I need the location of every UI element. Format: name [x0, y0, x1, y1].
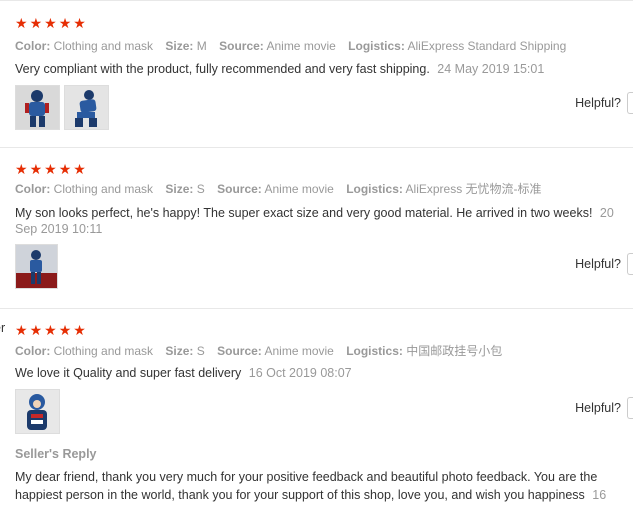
source-value: Anime movie: [264, 182, 334, 196]
product-attributes: Color: Clothing and mask Size: S Source:…: [15, 343, 511, 359]
review-item: ★ ★ ★ ★ ★ Color: Clothing and mask Size:…: [0, 0, 633, 148]
color-label: Color:: [15, 344, 51, 358]
star-icon: ★: [44, 322, 57, 338]
review-text: We love it Quality and super fast delive…: [15, 365, 633, 381]
seller-reply-date: 16: [592, 488, 607, 502]
helpful-control: Helpful?: [575, 253, 633, 275]
color-label: Color:: [15, 39, 51, 53]
star-icon: ★: [73, 15, 86, 31]
review-date: 16 Oct 2019 08:07: [248, 366, 352, 380]
review-body: We love it Quality and super fast delive…: [15, 366, 242, 380]
star-icon: ★: [15, 15, 28, 31]
review-text: My son looks perfect, he's happy! The su…: [15, 205, 633, 237]
review-date: 24 May 2019 15:01: [437, 62, 545, 76]
size-value: S: [196, 344, 205, 358]
logistics-value: AliExpress 无忧物流-标准: [405, 182, 542, 196]
product-attributes: Color: Clothing and mask Size: M Source:…: [15, 38, 575, 54]
review-photo-thumbnail[interactable]: [15, 389, 60, 434]
seller-reply-title: Seller's Reply: [15, 447, 97, 461]
star-icon: ★: [58, 322, 72, 338]
source-label: Source:: [219, 39, 264, 53]
color-value: Clothing and mask: [53, 344, 154, 358]
review-item: er ★ ★ ★ ★ ★ Color: Clothing and mask Si…: [0, 309, 633, 506]
star-icon: ★: [58, 15, 72, 31]
reviews-list: ★ ★ ★ ★ ★ Color: Clothing and mask Size:…: [0, 0, 633, 506]
size-value: S: [196, 182, 205, 196]
rating-stars: ★ ★ ★ ★ ★: [15, 162, 86, 176]
size-label: Size:: [165, 182, 194, 196]
star-icon: ★: [29, 15, 43, 31]
helpful-label: Helpful?: [575, 257, 621, 271]
reviewer-name: er: [0, 321, 6, 335]
logistics-label: Logistics:: [346, 344, 403, 358]
review-text: Very compliant with the product, fully r…: [15, 61, 633, 77]
rating-stars: ★ ★ ★ ★ ★: [15, 323, 86, 337]
star-icon: ★: [73, 322, 86, 338]
photo-1-image: [16, 86, 59, 129]
color-value: Clothing and mask: [53, 39, 154, 53]
seller-reply-body: My dear friend, thank you very much for …: [15, 470, 598, 502]
star-icon: ★: [29, 161, 43, 177]
logistics-value: AliExpress Standard Shipping: [407, 39, 567, 53]
helpful-button[interactable]: [627, 92, 633, 114]
source-value: Anime movie: [264, 344, 334, 358]
color-value: Clothing and mask: [53, 182, 154, 196]
helpful-control: Helpful?: [575, 92, 633, 114]
helpful-button[interactable]: [627, 397, 633, 419]
logistics-label: Logistics:: [346, 182, 403, 196]
helpful-label: Helpful?: [575, 401, 621, 415]
star-icon: ★: [29, 322, 43, 338]
review-photo-thumbnail[interactable]: [15, 85, 60, 130]
review-photo-thumbnail[interactable]: [64, 85, 109, 130]
source-label: Source:: [217, 182, 262, 196]
color-label: Color:: [15, 182, 51, 196]
photo-2-image: [65, 86, 108, 129]
helpful-label: Helpful?: [575, 96, 621, 110]
size-label: Size:: [165, 39, 194, 53]
photo-1-image: [16, 390, 59, 433]
review-photos: [15, 244, 58, 289]
star-icon: ★: [58, 161, 72, 177]
photo-1-image: [16, 245, 57, 288]
rating-stars: ★ ★ ★ ★ ★: [15, 16, 86, 30]
star-icon: ★: [73, 161, 86, 177]
helpful-control: Helpful?: [575, 397, 633, 419]
source-label: Source:: [217, 344, 262, 358]
seller-reply-text: My dear friend, thank you very much for …: [15, 468, 615, 504]
logistics-value: 中国邮政挂号小包: [406, 344, 503, 358]
review-body: My son looks perfect, he's happy! The su…: [15, 206, 593, 220]
star-icon: ★: [44, 161, 57, 177]
size-value: M: [196, 39, 207, 53]
product-attributes: Color: Clothing and mask Size: S Source:…: [15, 181, 551, 197]
review-photos: [15, 85, 109, 130]
logistics-label: Logistics:: [348, 39, 405, 53]
review-photo-thumbnail[interactable]: [15, 244, 58, 289]
review-item: ★ ★ ★ ★ ★ Color: Clothing and mask Size:…: [0, 148, 633, 309]
star-icon: ★: [15, 161, 28, 177]
size-label: Size:: [165, 344, 194, 358]
review-photos: [15, 389, 60, 434]
star-icon: ★: [15, 322, 28, 338]
helpful-button[interactable]: [627, 253, 633, 275]
source-value: Anime movie: [266, 39, 336, 53]
star-icon: ★: [44, 15, 57, 31]
review-body: Very compliant with the product, fully r…: [15, 62, 430, 76]
